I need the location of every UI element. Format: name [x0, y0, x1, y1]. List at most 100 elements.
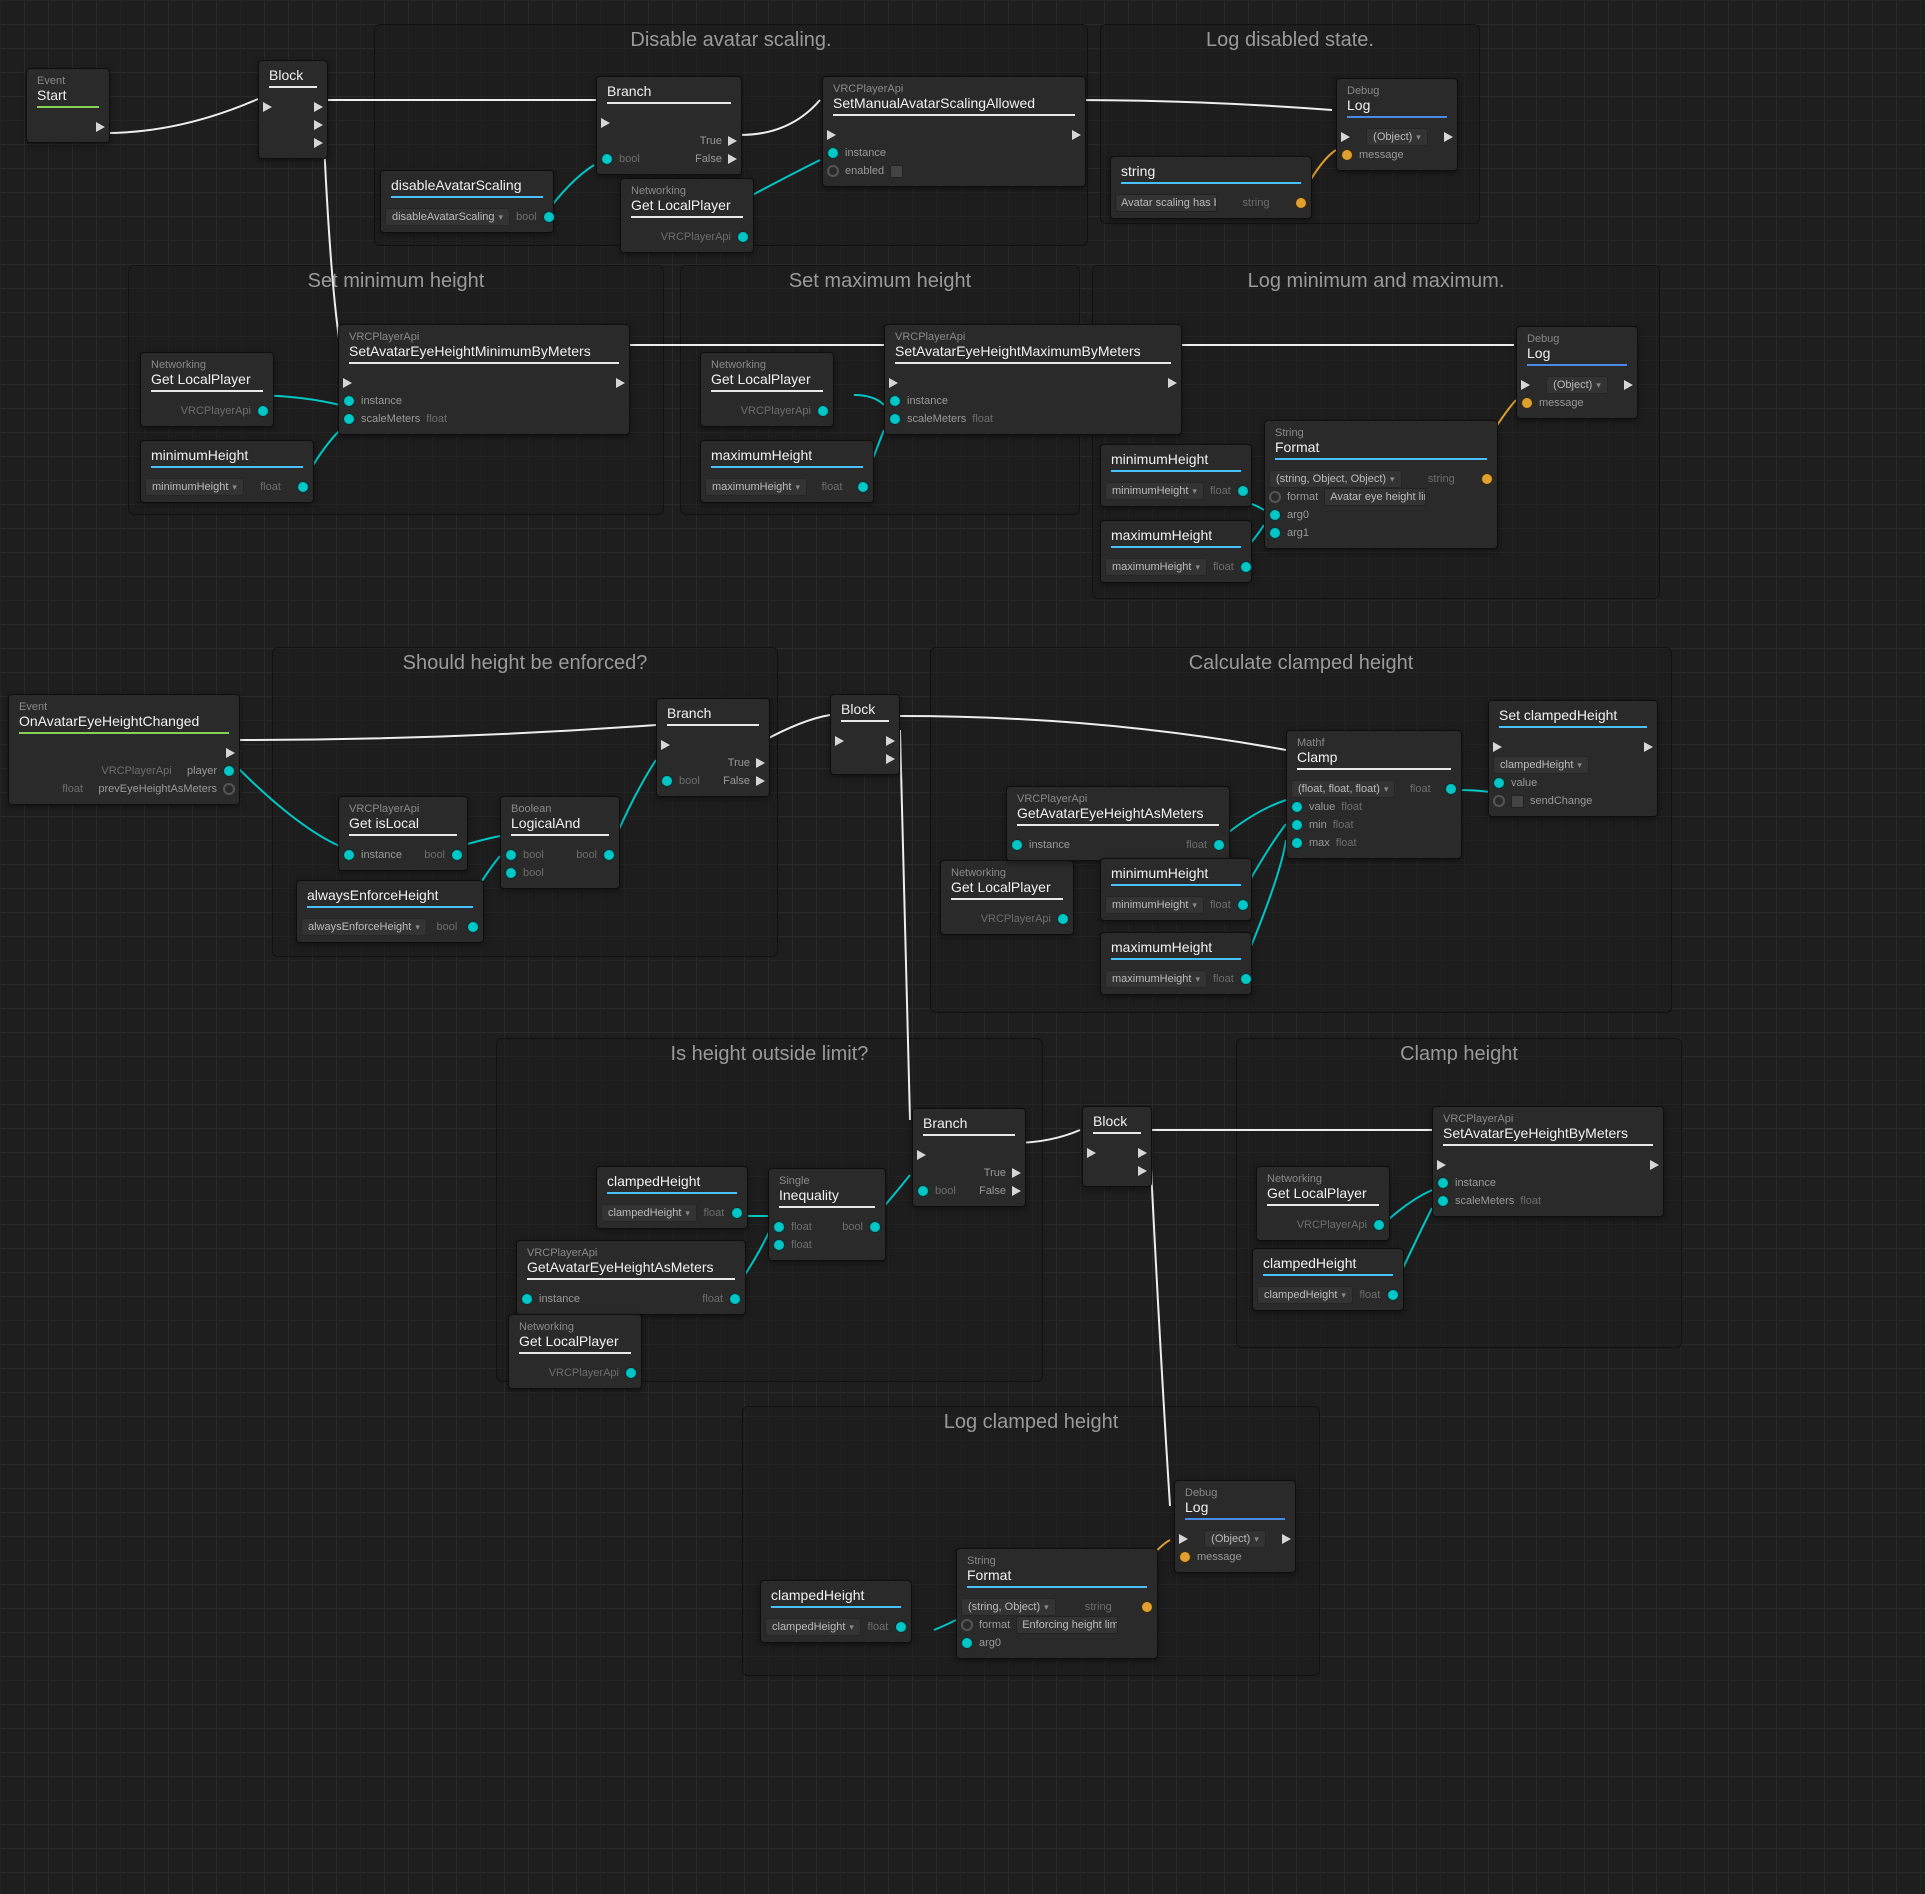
port-exec-out[interactable]: [728, 136, 737, 146]
port-data-out[interactable]: [451, 849, 463, 861]
dropdown[interactable]: (string, Object, Object): [1269, 470, 1402, 488]
port-data-in[interactable]: [521, 1293, 533, 1305]
dropdown[interactable]: (Object): [1546, 376, 1608, 394]
port-data-out[interactable]: [817, 405, 829, 417]
port-exec-out[interactable]: [226, 748, 235, 758]
port-data-out[interactable]: [857, 481, 869, 493]
node-block-3[interactable]: Block: [1082, 1106, 1152, 1187]
port-data-out[interactable]: [1057, 913, 1069, 925]
node-var-maximum-height-2[interactable]: maximumHeight maximumHeightfloat: [1100, 520, 1252, 583]
port-data-out[interactable]: [223, 783, 235, 795]
port-exec-out[interactable]: [1012, 1168, 1021, 1178]
port-data-in[interactable]: [1179, 1551, 1191, 1563]
port-data-in[interactable]: [1437, 1177, 1449, 1189]
dropdown[interactable]: maximumHeight: [705, 478, 807, 496]
node-var-maximum-height-3[interactable]: maximumHeight maximumHeightfloat: [1100, 932, 1252, 995]
port-data-out[interactable]: [731, 1207, 743, 1219]
dropdown[interactable]: clampedHeight: [601, 1204, 697, 1222]
dropdown[interactable]: alwaysEnforceHeight: [301, 918, 427, 936]
node-var-clamped-height-3[interactable]: clampedHeight clampedHeightfloat: [760, 1580, 912, 1643]
port-data-in[interactable]: [773, 1239, 785, 1251]
port-data-in[interactable]: [343, 413, 355, 425]
port-data-in[interactable]: [889, 395, 901, 407]
node-var-minimum-height-1[interactable]: minimumHeight minimumHeightfloat: [140, 440, 314, 503]
port-exec-out[interactable]: [96, 122, 105, 132]
port-data-in[interactable]: [1269, 509, 1281, 521]
node-event-start[interactable]: EventStart: [26, 68, 110, 143]
port-exec-in[interactable]: [1179, 1534, 1188, 1544]
node-var-disable-avatar-scaling[interactable]: disableAvatarScaling disableAvatarScalin…: [380, 170, 554, 233]
port-data-in[interactable]: [1493, 795, 1505, 807]
port-data-out[interactable]: [869, 1221, 881, 1233]
port-data-in[interactable]: [661, 775, 673, 787]
node-var-string-1[interactable]: string Avatar scaling has bestring: [1110, 156, 1312, 219]
port-data-in[interactable]: [1269, 491, 1281, 503]
port-data-in[interactable]: [1341, 149, 1353, 161]
port-exec-in[interactable]: [601, 118, 610, 128]
port-data-out[interactable]: [895, 1621, 907, 1633]
port-exec-out[interactable]: [756, 758, 765, 768]
node-branch-1[interactable]: Branch True boolFalse: [596, 76, 742, 175]
graph-canvas[interactable]: Disable avatar scaling. Log disabled sta…: [0, 0, 1925, 1894]
port-data-out[interactable]: [1237, 485, 1249, 497]
node-log-3[interactable]: DebugLog (Object) message: [1174, 1480, 1296, 1573]
port-exec-out[interactable]: [1644, 742, 1653, 752]
dropdown[interactable]: (string, Object): [961, 1598, 1056, 1616]
dropdown[interactable]: (Object): [1204, 1530, 1266, 1548]
port-data-in[interactable]: [343, 395, 355, 407]
port-data-in[interactable]: [1291, 837, 1303, 849]
node-get-local-player-4[interactable]: NetworkingGet LocalPlayer VRCPlayerApi: [940, 860, 1074, 935]
port-data-in[interactable]: [1521, 397, 1533, 409]
port-exec-out[interactable]: [314, 120, 323, 130]
node-event-on-avatar-eye-height-changed[interactable]: EventOnAvatarEyeHeightChanged VRCPlayerA…: [8, 694, 240, 805]
port-data-out[interactable]: [543, 211, 555, 223]
port-data-out[interactable]: [467, 921, 479, 933]
port-exec-in[interactable]: [1521, 380, 1530, 390]
port-data-in[interactable]: [1269, 527, 1281, 539]
checkbox[interactable]: [890, 165, 903, 178]
port-exec-out[interactable]: [616, 378, 625, 388]
port-data-in[interactable]: [827, 147, 839, 159]
node-set-clamped-height[interactable]: Set clampedHeight clampedHeight value se…: [1488, 700, 1658, 817]
port-data-out[interactable]: [1240, 973, 1252, 985]
port-data-out[interactable]: [1213, 839, 1225, 851]
dropdown[interactable]: maximumHeight: [1105, 970, 1207, 988]
dropdown[interactable]: maximumHeight: [1105, 558, 1207, 576]
port-exec-in[interactable]: [343, 378, 352, 388]
input-field[interactable]: Avatar eye height lim: [1324, 488, 1426, 506]
dropdown[interactable]: clampedHeight: [765, 1618, 861, 1636]
node-get-local-player-6[interactable]: NetworkingGet LocalPlayer VRCPlayerApi: [1256, 1166, 1390, 1241]
port-exec-in[interactable]: [889, 378, 898, 388]
dropdown[interactable]: clampedHeight: [1493, 756, 1589, 774]
port-data-in[interactable]: [889, 413, 901, 425]
port-data-out[interactable]: [1237, 899, 1249, 911]
port-data-in[interactable]: [961, 1637, 973, 1649]
port-data-out[interactable]: [1141, 1601, 1153, 1613]
port-data-out[interactable]: [1387, 1289, 1399, 1301]
port-exec-in[interactable]: [835, 736, 844, 746]
dropdown[interactable]: minimumHeight: [145, 478, 244, 496]
node-set-manual-avatar-scaling[interactable]: VRCPlayerApiSetManualAvatarScalingAllowe…: [822, 76, 1086, 187]
port-exec-out[interactable]: [1624, 380, 1633, 390]
port-exec-in[interactable]: [1493, 742, 1502, 752]
input-field[interactable]: Avatar scaling has be: [1115, 194, 1217, 212]
node-var-clamped-height-2[interactable]: clampedHeight clampedHeightfloat: [1252, 1248, 1404, 1311]
port-exec-out[interactable]: [756, 776, 765, 786]
node-get-avatar-eye-height-1[interactable]: VRCPlayerApiGetAvatarEyeHeightAsMeters i…: [1006, 786, 1230, 861]
dropdown[interactable]: minimumHeight: [1105, 482, 1204, 500]
node-get-local-player-2[interactable]: NetworkingGet LocalPlayer VRCPlayerApi: [140, 352, 274, 427]
port-data-out[interactable]: [1445, 783, 1457, 795]
checkbox[interactable]: [1511, 795, 1524, 808]
node-get-local-player-1[interactable]: NetworkingGet LocalPlayer VRCPlayerApi: [620, 178, 754, 253]
port-data-out[interactable]: [1373, 1219, 1385, 1231]
node-mathf-clamp[interactable]: MathfClamp (float, float, float)float va…: [1286, 730, 1462, 859]
node-set-avatar-eye-height-by-meters[interactable]: VRCPlayerApiSetAvatarEyeHeightByMeters i…: [1432, 1106, 1664, 1217]
node-block-2[interactable]: Block: [830, 694, 900, 775]
node-get-is-local[interactable]: VRCPlayerApiGet isLocal instancebool: [338, 796, 468, 871]
port-exec-out[interactable]: [1650, 1160, 1659, 1170]
port-exec-in[interactable]: [917, 1150, 926, 1160]
dropdown[interactable]: (Object): [1366, 128, 1428, 146]
port-data-out[interactable]: [1240, 561, 1252, 573]
node-branch-3[interactable]: Branch True boolFalse: [912, 1108, 1026, 1207]
port-exec-out[interactable]: [314, 102, 323, 112]
